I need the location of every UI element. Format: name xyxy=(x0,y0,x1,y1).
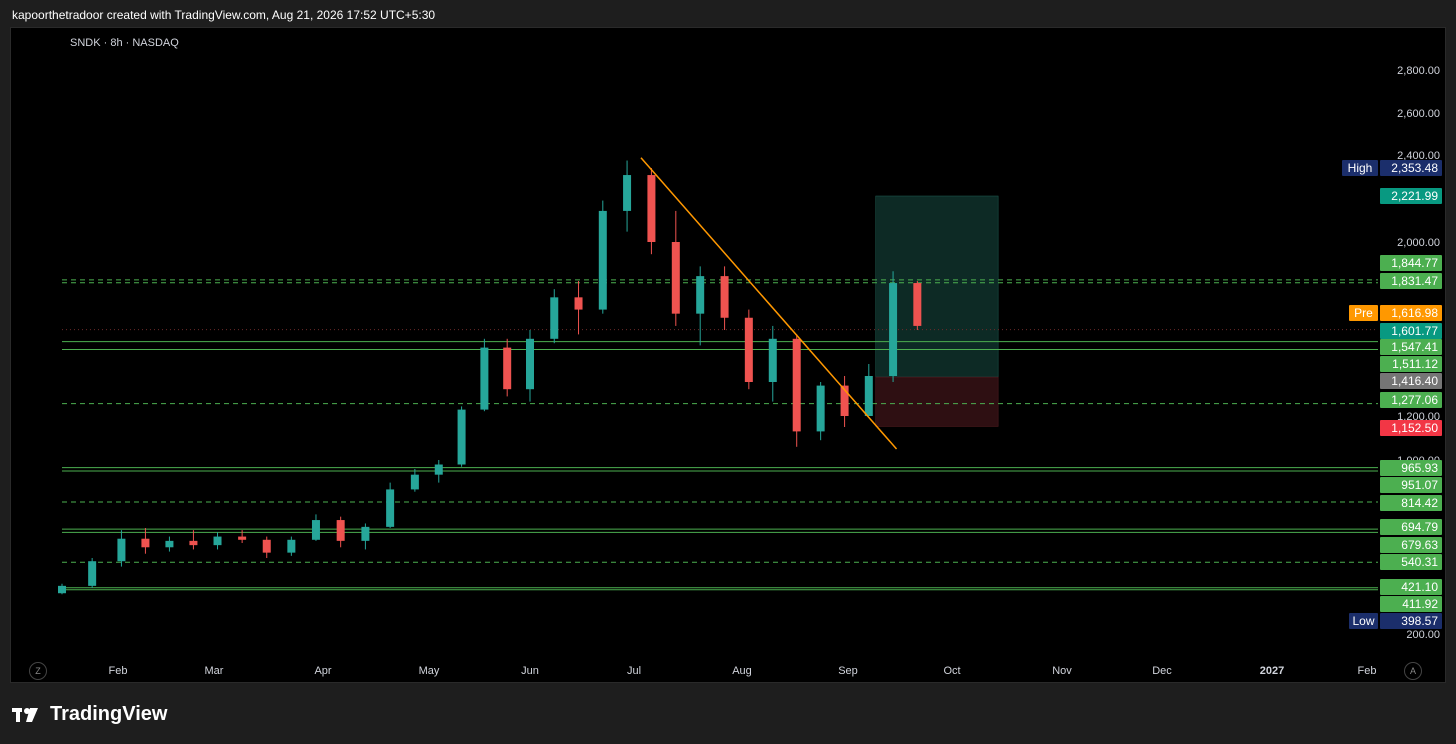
candle-body xyxy=(410,474,419,490)
price-badge-value: 694.79 xyxy=(1401,520,1438,534)
auto-scale-z-button[interactable]: Z xyxy=(29,662,47,680)
price-chart[interactable]: 200.001,000.001,200.002,000.002,400.002,… xyxy=(0,0,1456,744)
tradingview-logo-icon xyxy=(12,707,38,722)
candle-body xyxy=(526,338,534,390)
candle-body xyxy=(238,536,247,540)
x-tick-label: Jul xyxy=(627,665,641,677)
stop-zone xyxy=(875,376,999,427)
footer: TradingView xyxy=(12,703,167,726)
price-badge-label: Pre xyxy=(1354,306,1373,320)
candle-body xyxy=(58,585,66,594)
price-badge-value: 814.42 xyxy=(1401,496,1438,510)
price-badge-value: 2,221.99 xyxy=(1391,189,1438,203)
candle-body xyxy=(262,539,271,553)
y-tick-label: 2,000.00 xyxy=(1397,237,1440,249)
price-badge-label: Low xyxy=(1352,614,1374,628)
price-badge-value: 411.92 xyxy=(1402,597,1438,611)
price-badge-value: 1,277.06 xyxy=(1391,393,1438,407)
footer-brand: TradingView xyxy=(50,703,168,725)
x-tick-label: Mar xyxy=(205,665,224,677)
y-tick-label: 2,600.00 xyxy=(1397,108,1440,120)
price-badge-value: 1,601.77 xyxy=(1391,324,1438,338)
candle-body xyxy=(598,210,607,310)
x-tick-label: Dec xyxy=(1152,665,1172,677)
candle-body xyxy=(480,347,489,410)
candle-body xyxy=(744,317,753,382)
price-badge-value: 1,844.77 xyxy=(1391,256,1438,270)
candle-body xyxy=(889,283,898,376)
x-tick-label: May xyxy=(419,665,440,677)
candle-body xyxy=(165,540,174,548)
candle-body xyxy=(336,520,345,541)
price-badge-value: 965.93 xyxy=(1401,461,1438,475)
candle-body xyxy=(141,538,150,548)
candle-body xyxy=(189,540,198,546)
price-badge-value: 421.10 xyxy=(1401,580,1438,594)
auto-scale-a-button[interactable]: A xyxy=(1404,662,1422,680)
candle-body xyxy=(768,338,777,382)
x-tick-label: Jun xyxy=(521,665,539,677)
x-tick-label: 2027 xyxy=(1260,665,1284,677)
candle-body xyxy=(816,385,825,432)
candle-body xyxy=(361,526,370,541)
price-badge-label: High xyxy=(1348,161,1373,175)
price-badge-value: 1,511.12 xyxy=(1392,357,1438,371)
candle-body xyxy=(457,409,466,465)
x-tick-label: Oct xyxy=(943,665,960,677)
x-tick-label: Feb xyxy=(109,665,128,677)
candle-body xyxy=(117,538,126,562)
price-badge-value: 951.07 xyxy=(1401,478,1438,492)
candle-body xyxy=(696,276,705,314)
candle-body xyxy=(434,464,443,475)
x-tick-label: Aug xyxy=(732,665,752,677)
price-badge-value: 2,353.48 xyxy=(1391,161,1438,175)
y-tick-label: 200.00 xyxy=(1406,629,1440,641)
y-tick-label: 2,800.00 xyxy=(1397,65,1440,77)
price-badge-value: 1,416.40 xyxy=(1391,374,1438,388)
candle-body xyxy=(88,561,97,586)
candle-body xyxy=(574,297,583,310)
price-badge-value: 1,616.98 xyxy=(1391,306,1438,320)
candle-body xyxy=(503,347,512,390)
candle-body xyxy=(720,276,729,318)
x-tick-label: Feb xyxy=(1358,665,1377,677)
x-tick-label: Sep xyxy=(838,665,858,677)
price-badge-value: 679.63 xyxy=(1401,538,1438,552)
candle-body xyxy=(647,175,656,242)
price-badge-value: 540.31 xyxy=(1401,555,1438,569)
candle-body xyxy=(913,283,922,326)
price-badge-value: 1,152.50 xyxy=(1391,421,1438,435)
candle-body xyxy=(213,536,222,546)
candle-body xyxy=(792,338,801,432)
price-badge-value: 1,831.47 xyxy=(1391,274,1438,288)
candle-body xyxy=(550,297,559,339)
x-tick-label: Apr xyxy=(314,665,331,677)
price-badge-value: 398.57 xyxy=(1401,614,1438,628)
candle-body xyxy=(287,539,296,553)
candle-body xyxy=(623,175,632,211)
candle-body xyxy=(864,376,873,416)
candle-body xyxy=(671,242,680,314)
price-badge-value: 1,547.41 xyxy=(1391,340,1438,354)
symbol-label: SNDK · 8h · NASDAQ xyxy=(70,37,179,49)
x-tick-label: Nov xyxy=(1052,665,1072,677)
candle-body xyxy=(386,489,395,527)
candle-body xyxy=(311,520,320,540)
